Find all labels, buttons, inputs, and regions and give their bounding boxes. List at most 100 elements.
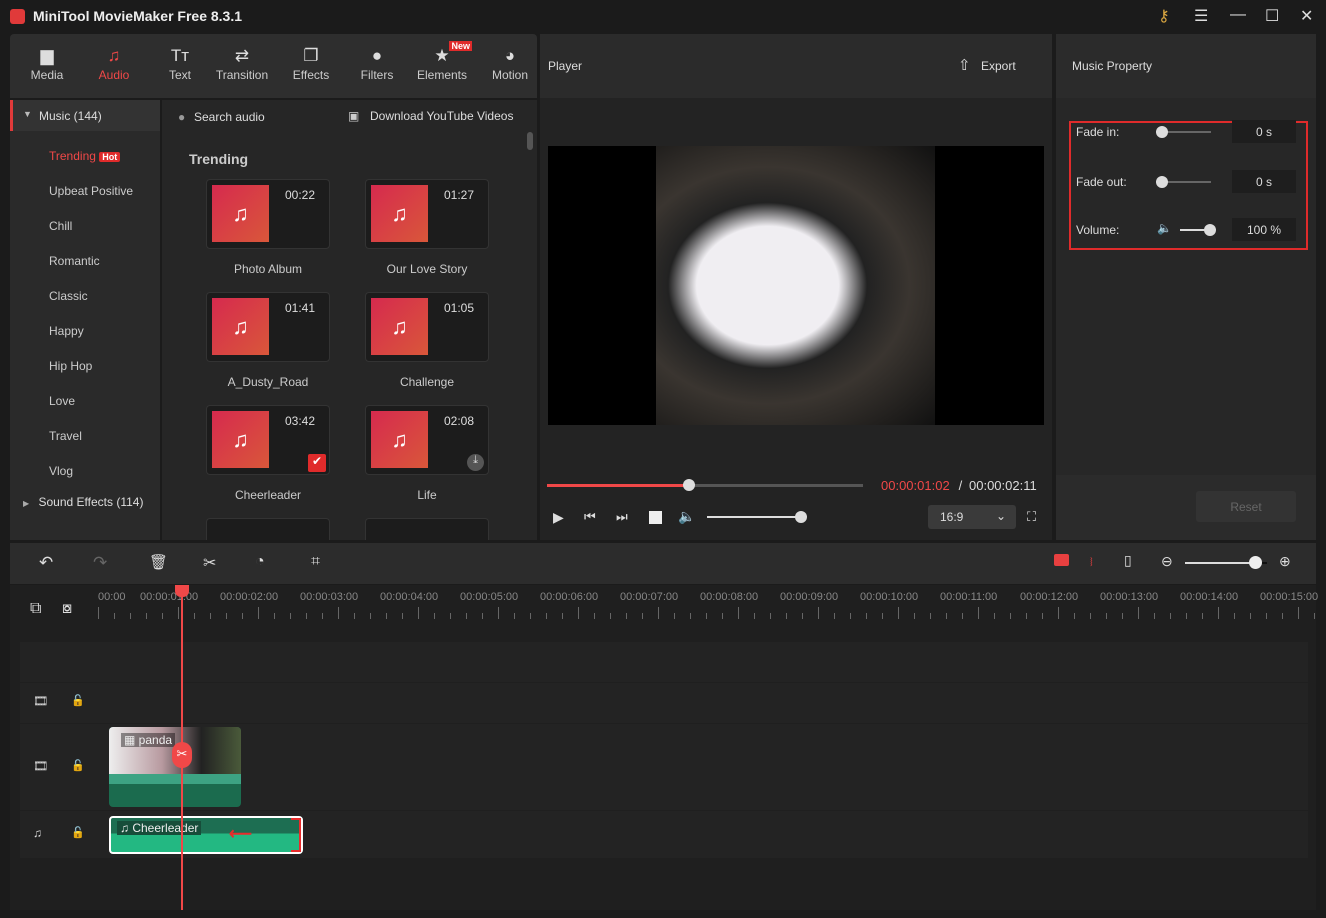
ruler-label: 00:00:05:00 bbox=[460, 591, 519, 603]
split-scissors-icon[interactable]: ✂ bbox=[172, 742, 192, 768]
ruler-tick bbox=[434, 613, 435, 619]
music-card[interactable]: ♫ 01:41 bbox=[206, 292, 330, 362]
music-card[interactable]: ♫ 02:08 ⤓ bbox=[365, 405, 489, 475]
tab-text[interactable]: Tт Text bbox=[146, 46, 214, 82]
music-card[interactable] bbox=[365, 518, 489, 540]
ruler-tick bbox=[866, 613, 867, 619]
fade-in-input[interactable]: 0 s bbox=[1232, 120, 1296, 143]
playhead[interactable]: ✂ bbox=[172, 585, 192, 910]
timeline-zoom-slider[interactable] bbox=[1185, 556, 1267, 569]
minimize-button[interactable]: — bbox=[1230, 6, 1246, 24]
previous-frame-button[interactable]: ⏮ bbox=[584, 509, 596, 525]
tab-effects[interactable]: ❐ Effects bbox=[277, 46, 345, 82]
lock-icon[interactable]: 🔓 bbox=[71, 826, 85, 839]
ruler-tick bbox=[770, 613, 771, 619]
aspect-ratio-select[interactable]: 16:9 ⌄ bbox=[928, 505, 1016, 529]
ruler-tick bbox=[1122, 613, 1123, 619]
volume-icon[interactable]: 🔈 bbox=[678, 508, 695, 525]
download-youtube-button[interactable]: Download YouTube Videos bbox=[370, 109, 513, 123]
volume-input[interactable]: 100 % bbox=[1232, 218, 1296, 241]
redo-icon[interactable]: ↷ bbox=[93, 553, 107, 573]
maximize-button[interactable]: ☐ bbox=[1265, 6, 1279, 26]
fade-in-slider[interactable] bbox=[1156, 126, 1211, 138]
audio-clip-cheerleader[interactable]: ♫ Cheerleader ⟵ bbox=[109, 816, 303, 854]
sidebar-item[interactable]: Love bbox=[49, 394, 75, 408]
tab-motion[interactable]: ◕ Motion bbox=[476, 46, 544, 82]
sidebar-item-music[interactable]: ▼ Music (144) bbox=[10, 100, 160, 131]
play-button[interactable]: ▶ bbox=[553, 509, 564, 526]
undo-icon[interactable]: ↶ bbox=[39, 553, 53, 573]
sidebar-item-trending[interactable]: Trending Hot bbox=[49, 149, 121, 163]
ruler-tick bbox=[882, 613, 883, 619]
search-audio-input[interactable]: Search audio bbox=[194, 110, 265, 124]
add-track-icon[interactable]: ⧉ bbox=[30, 600, 41, 618]
tab-elements[interactable]: New ★ Elements bbox=[408, 41, 476, 82]
menu-icon[interactable]: ☰ bbox=[1194, 6, 1208, 26]
title-bar: MiniTool MovieMaker Free 8.3.1 ⚷ ☰ — ☐ ✕ bbox=[0, 0, 1326, 32]
sidebar-item-sound-effects[interactable]: ▶ Sound Effects (114) bbox=[23, 495, 143, 509]
ruler-tick bbox=[210, 613, 211, 619]
fade-out-input[interactable]: 0 s bbox=[1232, 170, 1296, 193]
download-icon[interactable]: ⤓ bbox=[467, 454, 484, 471]
speed-icon[interactable]: ◔ bbox=[255, 553, 265, 571]
zoom-out-icon[interactable]: ⊖ bbox=[1161, 553, 1173, 570]
tab-media[interactable]: ▆ Media bbox=[13, 46, 81, 82]
fade-out-slider[interactable] bbox=[1156, 176, 1211, 188]
split-markers-icon[interactable]: ⧘ bbox=[1090, 554, 1093, 570]
sidebar-item[interactable]: Classic bbox=[49, 289, 88, 303]
added-check-icon: ✔ bbox=[308, 454, 326, 472]
time-separator: / bbox=[955, 478, 966, 493]
ruler-tick bbox=[738, 607, 739, 619]
reset-button[interactable]: Reset bbox=[1196, 491, 1296, 522]
sidebar-item[interactable]: Upbeat Positive bbox=[49, 184, 133, 198]
music-volume-slider[interactable] bbox=[1180, 224, 1216, 236]
progress-slider[interactable] bbox=[547, 479, 863, 491]
fit-timeline-icon[interactable] bbox=[1054, 554, 1069, 566]
ruler-tick bbox=[754, 613, 755, 619]
video-clip-panda[interactable]: ▦ panda bbox=[109, 727, 241, 807]
close-button[interactable]: ✕ bbox=[1300, 6, 1313, 26]
music-card[interactable]: ♫ 03:42 ✔ bbox=[206, 405, 330, 475]
next-frame-button[interactable]: ⏭ bbox=[616, 509, 628, 525]
trim-handle[interactable] bbox=[291, 818, 301, 852]
ruler-tick bbox=[722, 613, 723, 619]
music-card[interactable]: ♫ 01:27 bbox=[365, 179, 489, 249]
sidebar-item[interactable]: Vlog bbox=[49, 464, 73, 478]
delete-icon[interactable]: 🗑 bbox=[149, 553, 168, 571]
music-card[interactable]: ♫ 01:05 bbox=[365, 292, 489, 362]
scrollbar[interactable] bbox=[527, 132, 533, 150]
audio-snap-icon[interactable]: ▯ bbox=[1124, 552, 1132, 569]
tab-transition[interactable]: ⇄ Transition bbox=[208, 46, 276, 82]
sidebar-item[interactable]: Hip Hop bbox=[49, 359, 92, 373]
ruler-tick bbox=[98, 607, 99, 619]
music-card[interactable] bbox=[206, 518, 330, 540]
split-icon[interactable]: ✂ bbox=[203, 553, 216, 573]
sidebar-item[interactable]: Travel bbox=[49, 429, 82, 443]
ruler-tick bbox=[226, 613, 227, 619]
sidebar-item[interactable]: Happy bbox=[49, 324, 84, 338]
music-card[interactable]: ♫ 00:22 bbox=[206, 179, 330, 249]
music-note-icon: ♫ bbox=[212, 185, 269, 242]
remove-track-icon[interactable]: ⧇ bbox=[62, 600, 72, 618]
time-ruler[interactable]: 00:00 00:00:01:00 00:00:02:00 00:00:03:00 00… bbox=[98, 585, 1318, 625]
music-note-icon: ♫ bbox=[212, 298, 269, 355]
fullscreen-icon[interactable]: ⛶ bbox=[1027, 509, 1036, 525]
fade-out-label: Fade out: bbox=[1076, 175, 1127, 189]
stop-button[interactable] bbox=[649, 511, 662, 524]
lock-icon[interactable]: 🔓 bbox=[71, 694, 85, 707]
motion-icon: ◕ bbox=[504, 46, 516, 65]
tab-filters[interactable]: ● Filters bbox=[343, 46, 411, 82]
volume-slider[interactable] bbox=[707, 511, 807, 523]
zoom-in-icon[interactable]: ⊕ bbox=[1279, 553, 1291, 570]
export-button[interactable]: Export bbox=[981, 59, 1016, 73]
playhead-handle[interactable] bbox=[175, 585, 189, 597]
key-icon[interactable]: ⚷ bbox=[1158, 6, 1170, 26]
video-track-2: 🎞 🔓 ▦ panda bbox=[20, 724, 1308, 810]
music-name: Challenge bbox=[399, 375, 455, 389]
duration: 00:22 bbox=[284, 188, 315, 202]
crop-icon[interactable]: ⌗ bbox=[311, 553, 320, 571]
sidebar-item[interactable]: Romantic bbox=[49, 254, 100, 268]
tab-audio[interactable]: ♫ Audio bbox=[80, 46, 148, 82]
sidebar-item[interactable]: Chill bbox=[49, 219, 72, 233]
lock-icon[interactable]: 🔓 bbox=[71, 759, 85, 772]
